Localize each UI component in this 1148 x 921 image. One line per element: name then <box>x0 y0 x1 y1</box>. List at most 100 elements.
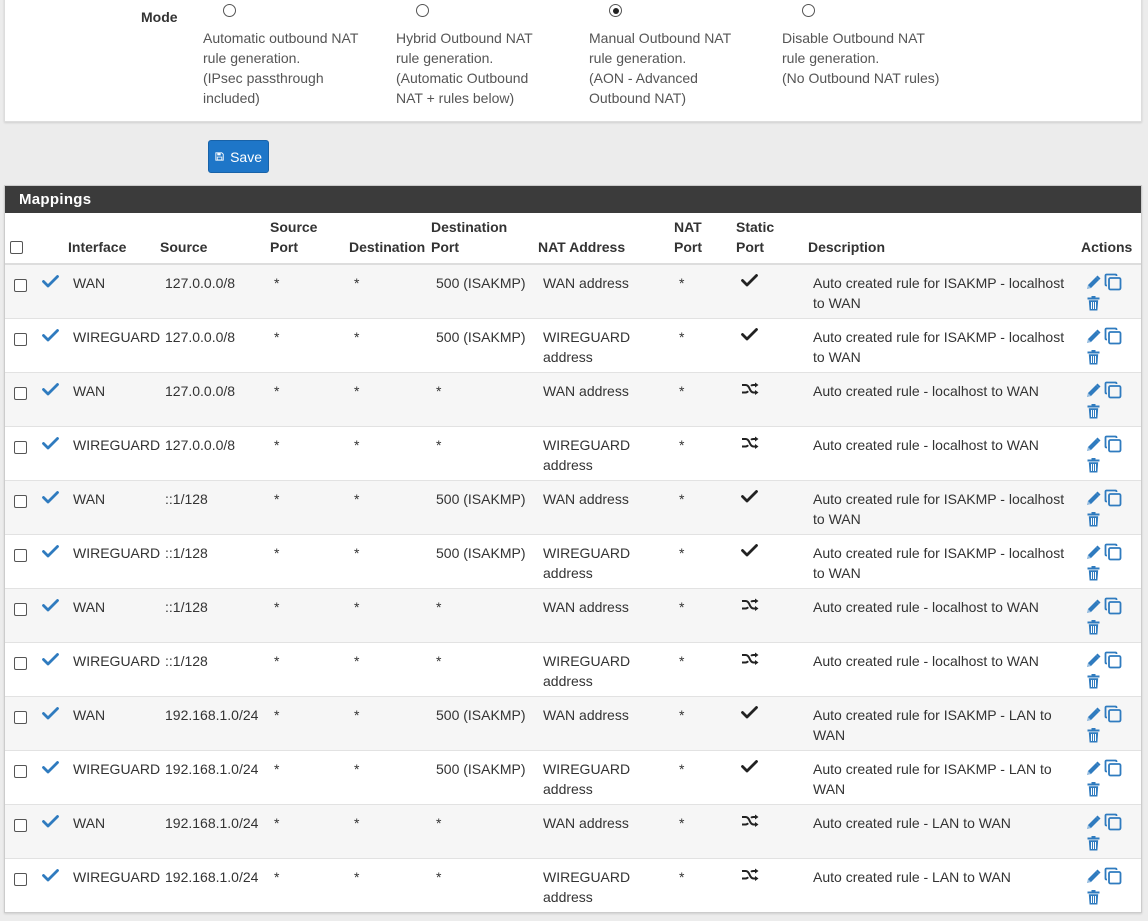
trash-icon[interactable] <box>1087 782 1100 800</box>
enabled-check-icon[interactable] <box>42 545 59 561</box>
enabled-check-icon[interactable] <box>42 653 59 669</box>
trash-icon[interactable] <box>1087 566 1100 584</box>
row-checkbox[interactable] <box>14 819 27 832</box>
edit-pencil-icon[interactable] <box>1085 329 1101 348</box>
row-checkbox[interactable] <box>14 711 27 724</box>
cell-nat-port: * <box>679 545 685 561</box>
mode-radio-automatic[interactable] <box>223 4 236 17</box>
enabled-check-icon[interactable] <box>42 869 59 885</box>
row-checkbox[interactable] <box>14 441 27 454</box>
table-row[interactable]: WAN 192.168.1.0/24 * * 500 (ISAKMP) WAN … <box>5 697 1141 751</box>
trash-icon[interactable] <box>1087 890 1100 908</box>
edit-pencil-icon[interactable] <box>1085 437 1101 456</box>
copy-icon[interactable] <box>1104 651 1122 672</box>
copy-icon[interactable] <box>1104 705 1122 726</box>
cell-description: Auto created rule for ISAKMP - localhost… <box>813 545 1065 581</box>
trash-icon[interactable] <box>1087 296 1100 314</box>
select-all-checkbox[interactable] <box>10 241 23 254</box>
copy-icon[interactable] <box>1104 489 1122 510</box>
enabled-check-icon[interactable] <box>42 329 59 345</box>
table-row[interactable]: WAN 192.168.1.0/24 * * * WAN address * A… <box>5 805 1141 859</box>
cell-destination: * <box>354 761 360 777</box>
table-row[interactable]: WAN 127.0.0.0/8 * * * WAN address * Auto… <box>5 373 1141 427</box>
mode-radio-disable[interactable] <box>802 4 815 17</box>
table-header: Interface Source Source Port Destination … <box>5 213 1141 265</box>
copy-icon[interactable] <box>1104 327 1122 348</box>
cell-nat-address: WAN address <box>543 707 629 723</box>
row-checkbox[interactable] <box>14 495 27 508</box>
trash-icon[interactable] <box>1087 404 1100 422</box>
mode-radio-hybrid[interactable] <box>416 4 429 17</box>
enabled-check-icon[interactable] <box>42 761 59 777</box>
mode-option-description: Disable Outbound NAT rule generation. (N… <box>782 30 940 86</box>
edit-pencil-icon[interactable] <box>1085 869 1101 888</box>
trash-icon[interactable] <box>1087 458 1100 476</box>
edit-pencil-icon[interactable] <box>1085 599 1101 618</box>
cell-description: Auto created rule for ISAKMP - LAN to WAN <box>813 707 1052 743</box>
edit-pencil-icon[interactable] <box>1085 761 1101 780</box>
enabled-check-icon[interactable] <box>42 437 59 453</box>
cell-interface: WAN <box>73 491 106 507</box>
table-row[interactable]: WIREGUARD 192.168.1.0/24 * * * WIREGUARD… <box>5 859 1141 912</box>
row-checkbox[interactable] <box>14 333 27 346</box>
copy-icon[interactable] <box>1104 813 1122 834</box>
copy-icon[interactable] <box>1104 273 1122 294</box>
header-nat-address: NAT Address <box>538 239 626 255</box>
trash-icon[interactable] <box>1087 512 1100 530</box>
edit-pencil-icon[interactable] <box>1085 275 1101 294</box>
table-row[interactable]: WAN 127.0.0.0/8 * * 500 (ISAKMP) WAN add… <box>5 265 1141 319</box>
trash-icon[interactable] <box>1087 728 1100 746</box>
save-button[interactable]: Save <box>208 140 269 173</box>
copy-icon[interactable] <box>1104 867 1122 888</box>
header-interface: Interface <box>68 239 127 255</box>
enabled-check-icon[interactable] <box>42 815 59 831</box>
cell-source: 127.0.0.0/8 <box>165 329 236 345</box>
row-checkbox[interactable] <box>14 603 27 616</box>
enabled-check-icon[interactable] <box>42 599 59 615</box>
row-checkbox[interactable] <box>14 549 27 562</box>
edit-pencil-icon[interactable] <box>1085 653 1101 672</box>
cell-source: 192.168.1.0/24 <box>165 707 259 723</box>
edit-pencil-icon[interactable] <box>1085 383 1101 402</box>
copy-icon[interactable] <box>1104 597 1122 618</box>
table-row[interactable]: WAN ::1/128 * * * WAN address * Auto cre… <box>5 589 1141 643</box>
row-checkbox[interactable] <box>14 279 27 292</box>
trash-icon[interactable] <box>1087 620 1100 638</box>
static-port-shuffle-icon <box>741 652 759 669</box>
row-checkbox[interactable] <box>14 765 27 778</box>
copy-icon[interactable] <box>1104 759 1122 780</box>
row-checkbox[interactable] <box>14 873 27 886</box>
cell-nat-address: WAN address <box>543 383 629 399</box>
enabled-check-icon[interactable] <box>42 707 59 723</box>
mode-radio-manual[interactable] <box>609 4 622 17</box>
copy-icon[interactable] <box>1104 543 1122 564</box>
row-checkbox[interactable] <box>14 387 27 400</box>
copy-icon[interactable] <box>1104 435 1122 456</box>
edit-pencil-icon[interactable] <box>1085 707 1101 726</box>
header-source: Source <box>160 239 208 255</box>
enabled-check-icon[interactable] <box>42 275 59 291</box>
trash-icon[interactable] <box>1087 674 1100 692</box>
cell-source-port: * <box>274 761 280 777</box>
table-row[interactable]: WIREGUARD 127.0.0.0/8 * * * WIREGUARD add… <box>5 427 1141 481</box>
cell-destination-port: 500 (ISAKMP) <box>436 707 526 723</box>
edit-pencil-icon[interactable] <box>1085 491 1101 510</box>
row-checkbox[interactable] <box>14 657 27 670</box>
mode-option-description: Hybrid Outbound NAT rule generation. (Au… <box>396 30 533 106</box>
table-row[interactable]: WIREGUARD 192.168.1.0/24 * * 500 (ISAKMP… <box>5 751 1141 805</box>
enabled-check-icon[interactable] <box>42 383 59 399</box>
trash-icon[interactable] <box>1087 836 1100 854</box>
table-row[interactable]: WAN ::1/128 * * 500 (ISAKMP) WAN address… <box>5 481 1141 535</box>
cell-nat-address: WIREGUARD address <box>543 761 631 797</box>
edit-pencil-icon[interactable] <box>1085 545 1101 564</box>
edit-pencil-icon[interactable] <box>1085 815 1101 834</box>
table-row[interactable]: WIREGUARD ::1/128 * * 500 (ISAKMP) WIREG… <box>5 535 1141 589</box>
cell-source-port: * <box>274 329 280 345</box>
cell-description: Auto created rule - localhost to WAN <box>813 599 1039 615</box>
table-row[interactable]: WIREGUARD 127.0.0.0/8 * * 500 (ISAKMP) W… <box>5 319 1141 373</box>
trash-icon[interactable] <box>1087 350 1100 368</box>
table-row[interactable]: WIREGUARD ::1/128 * * * WIREGUARD address… <box>5 643 1141 697</box>
copy-icon[interactable] <box>1104 381 1122 402</box>
enabled-check-icon[interactable] <box>42 491 59 507</box>
mappings-title: Mappings <box>5 186 1141 213</box>
